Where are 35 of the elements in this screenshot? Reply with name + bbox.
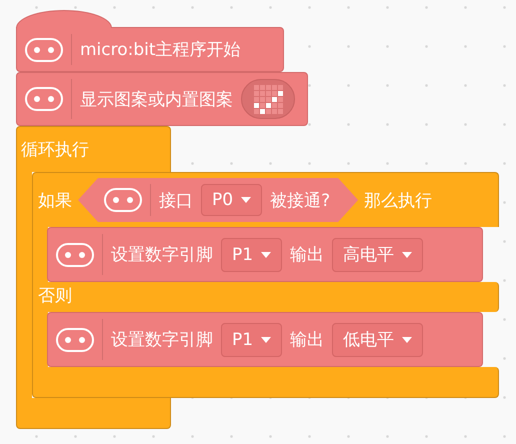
caret-icon — [402, 336, 412, 342]
block-label: 设置数字引脚 — [111, 244, 213, 266]
block-label: 否则 — [38, 288, 72, 305]
loop-block-header[interactable]: 循环执行 — [16, 126, 171, 172]
microbit-icon — [104, 188, 142, 212]
dropdown-field[interactable]: P1 — [221, 322, 282, 356]
dropdown-field[interactable]: 高电平 — [332, 238, 424, 272]
command-block[interactable]: 设置数字引脚 P1 输出 低电平 — [47, 312, 483, 367]
microbit-icon — [56, 328, 94, 352]
condition-block[interactable]: 接口 P0 被接通? — [78, 178, 358, 222]
dropdown-field[interactable]: P1 — [221, 238, 282, 272]
block-label: 显示图案或内置图案 — [80, 88, 233, 110]
block-label: 那么执行 — [364, 190, 432, 212]
block-label: 被接通? — [270, 190, 330, 212]
block-label: 循环执行 — [21, 139, 89, 161]
caret-icon — [241, 197, 252, 203]
led-grid-icon — [254, 84, 282, 114]
block-label: micro:bit主程序开始 — [80, 39, 241, 61]
caret-icon — [261, 252, 272, 258]
pattern-field[interactable] — [241, 79, 295, 119]
microbit-icon — [56, 242, 94, 266]
block-label: 输出 — [290, 329, 324, 351]
block-label: 设置数字引脚 — [111, 329, 213, 351]
caret-icon — [261, 336, 272, 342]
if-block-header[interactable]: 如果 接口 P0 被接通? 那么执行 — [32, 172, 499, 227]
block-label: 如果 — [38, 190, 72, 212]
block-label: 接口 — [159, 190, 193, 212]
block-label: 输出 — [290, 244, 324, 266]
dropdown-field[interactable]: P0 — [201, 184, 262, 216]
command-block[interactable]: 显示图案或内置图案 — [16, 72, 308, 126]
command-block[interactable]: 设置数字引脚 P1 输出 高电平 — [47, 227, 483, 282]
caret-icon — [402, 252, 412, 258]
microbit-icon — [25, 87, 63, 111]
dropdown-field[interactable]: 低电平 — [332, 322, 424, 356]
microbit-icon — [25, 38, 63, 62]
